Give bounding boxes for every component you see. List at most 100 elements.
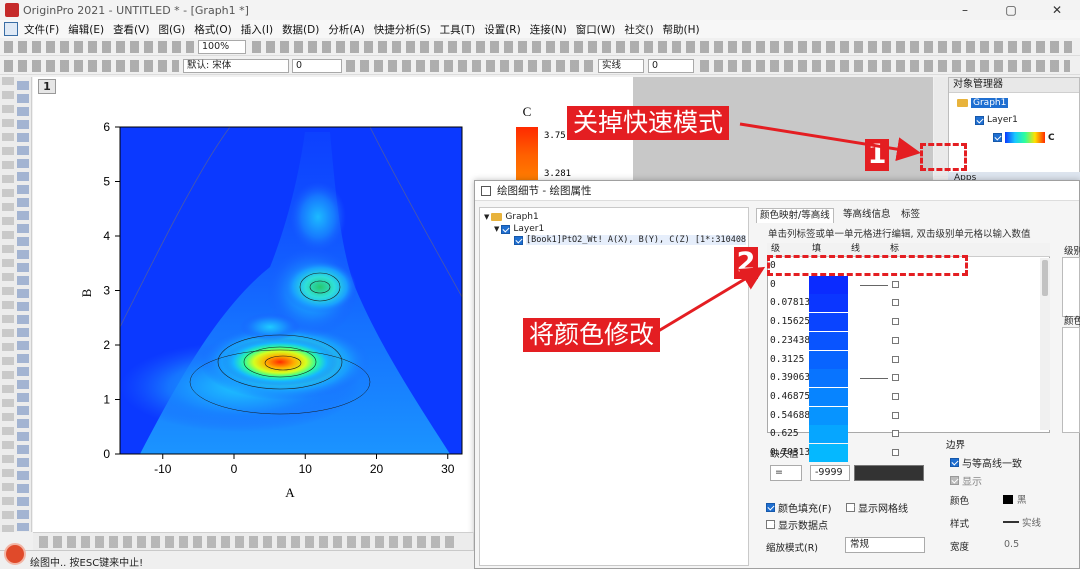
maximize-button[interactable]: ▢: [988, 0, 1034, 20]
bottom-toolbar-icons[interactable]: [39, 536, 459, 548]
level-row[interactable]: 0.54688: [768, 406, 1038, 425]
tree-layer-checkbox[interactable]: [501, 224, 511, 234]
menu-edit[interactable]: 编辑(E): [68, 22, 104, 37]
match-contour-option[interactable]: 与等高线一致: [950, 455, 1022, 470]
level-row[interactable]: 0.625: [768, 425, 1038, 444]
color-fill-checkbox[interactable]: [766, 503, 775, 512]
line-width-select[interactable]: 0: [648, 59, 694, 73]
level-value[interactable]: 0.15625: [770, 316, 810, 327]
level-row[interactable]: 0.15625: [768, 313, 1038, 332]
tab-labels[interactable]: 标签: [898, 208, 923, 223]
level-row[interactable]: 0.46875: [768, 387, 1038, 406]
border-color-select[interactable]: 黑: [1003, 492, 1027, 506]
om-plot-node[interactable]: C: [993, 132, 1055, 143]
toolbar-icons[interactable]: [4, 41, 194, 53]
contour-line-sample[interactable]: [860, 284, 888, 286]
menu-view[interactable]: 查看(V): [113, 22, 149, 37]
menu-graph[interactable]: 图(G): [158, 22, 185, 37]
show-mesh-checkbox[interactable]: [846, 503, 855, 512]
missing-op-select[interactable]: =: [770, 465, 802, 481]
fill-color-swatch[interactable]: [809, 425, 848, 444]
font-size-select[interactable]: 0: [292, 59, 342, 73]
menu-social[interactable]: 社交(): [624, 22, 653, 37]
fill-color-swatch[interactable]: [809, 369, 848, 388]
minimize-button[interactable]: –: [942, 0, 988, 20]
level-row[interactable]: 0: [768, 275, 1038, 294]
label-checkbox[interactable]: [892, 449, 899, 456]
level-row[interactable]: 0.3125: [768, 350, 1038, 369]
menu-data[interactable]: 数据(D): [282, 22, 319, 37]
level-row[interactable]: 0.39063: [768, 369, 1038, 388]
user-avatar[interactable]: [4, 543, 26, 565]
fill-color-swatch[interactable]: [809, 275, 848, 294]
level-value[interactable]: 0.3125: [770, 354, 804, 365]
fill-color-swatch[interactable]: [809, 406, 848, 425]
contour-line-sample[interactable]: [860, 378, 888, 380]
format-toolbar-icons-2[interactable]: [346, 60, 594, 72]
show-mesh-option[interactable]: 显示网格线: [846, 500, 908, 515]
menu-analysis[interactable]: 分析(A): [328, 22, 364, 37]
menu-window[interactable]: 窗口(W): [576, 22, 616, 37]
show-points-checkbox[interactable]: [766, 520, 775, 529]
level-row[interactable]: 0.07813: [768, 294, 1038, 313]
menu-insert[interactable]: 插入(I): [241, 22, 273, 37]
toolbar-icons-2[interactable]: [252, 41, 1072, 53]
fill-color-swatch[interactable]: [809, 350, 848, 369]
show-border-option[interactable]: 显示: [950, 473, 982, 488]
color-fill-option[interactable]: 颜色填充(F): [766, 500, 832, 515]
label-checkbox[interactable]: [892, 355, 899, 363]
layer-checkbox[interactable]: [975, 115, 984, 125]
level-value[interactable]: 0.54688: [770, 410, 810, 421]
level-value[interactable]: 0.07813: [770, 297, 810, 308]
show-border-checkbox[interactable]: [950, 476, 959, 485]
close-button[interactable]: ✕: [1034, 0, 1080, 20]
label-checkbox[interactable]: [892, 299, 899, 307]
level-value[interactable]: 0.23438: [770, 335, 810, 346]
border-width-value[interactable]: 0.5: [1004, 539, 1019, 550]
tab-contour-info[interactable]: 等高线信息: [840, 208, 894, 223]
fill-color-swatch[interactable]: [809, 444, 848, 462]
level-value[interactable]: 0.39063: [770, 372, 810, 383]
fill-color-swatch[interactable]: [809, 387, 848, 406]
menu-format[interactable]: 格式(O): [194, 22, 231, 37]
show-points-option[interactable]: 显示数据点: [766, 517, 828, 532]
label-checkbox[interactable]: [892, 411, 899, 419]
om-layer-node[interactable]: Layer1: [975, 115, 1018, 125]
tree-plot-node[interactable]: [Book1]PtO2_Wt! A(X), B(Y), C(Z) [1*:310…: [514, 235, 747, 245]
om-graph-node[interactable]: Graph1: [957, 98, 1009, 108]
menu-tools[interactable]: 工具(T): [440, 22, 476, 37]
line-style-select[interactable]: 实线: [598, 59, 644, 73]
menu-help[interactable]: 帮助(H): [663, 22, 700, 37]
grid-scrollbar[interactable]: [1040, 258, 1050, 430]
label-checkbox[interactable]: [892, 430, 899, 438]
level-value[interactable]: 0: [770, 279, 776, 290]
missing-value-input[interactable]: -9999: [810, 465, 850, 481]
level-value[interactable]: 0.46875: [770, 391, 810, 402]
label-checkbox[interactable]: [892, 392, 899, 400]
fill-color-swatch[interactable]: [809, 331, 848, 350]
level-row[interactable]: 0.23438: [768, 331, 1038, 350]
border-style-select[interactable]: 实线: [1003, 515, 1041, 529]
zoom-select[interactable]: 100%: [198, 40, 246, 54]
scale-mode-select[interactable]: 常规: [845, 537, 925, 553]
font-select[interactable]: 默认: 宋体: [183, 59, 289, 73]
level-value[interactable]: 0.625: [770, 428, 799, 439]
side-tabs[interactable]: [2, 77, 14, 532]
label-checkbox[interactable]: [892, 280, 899, 288]
label-checkbox[interactable]: [892, 374, 899, 382]
menu-quick-analysis[interactable]: 快捷分析(S): [374, 22, 431, 37]
tree-plot-checkbox[interactable]: [514, 235, 523, 245]
match-contour-checkbox[interactable]: [950, 458, 959, 467]
format-toolbar-icons[interactable]: [4, 60, 179, 72]
grid-scroll-thumb[interactable]: [1042, 260, 1048, 296]
label-checkbox[interactable]: [892, 318, 899, 326]
fill-color-swatch[interactable]: [809, 294, 848, 313]
label-checkbox[interactable]: [892, 336, 899, 344]
format-toolbar-icons-3[interactable]: [700, 60, 1070, 72]
fill-color-swatch[interactable]: [809, 313, 848, 332]
menu-file[interactable]: 文件(F): [24, 22, 59, 37]
tree-layer-node[interactable]: ▼ Layer1: [494, 224, 544, 234]
menu-connect[interactable]: 连接(N): [530, 22, 567, 37]
menu-settings[interactable]: 设置(R): [484, 22, 521, 37]
tab-colormap-contour[interactable]: 颜色映射/等高线: [756, 208, 834, 223]
